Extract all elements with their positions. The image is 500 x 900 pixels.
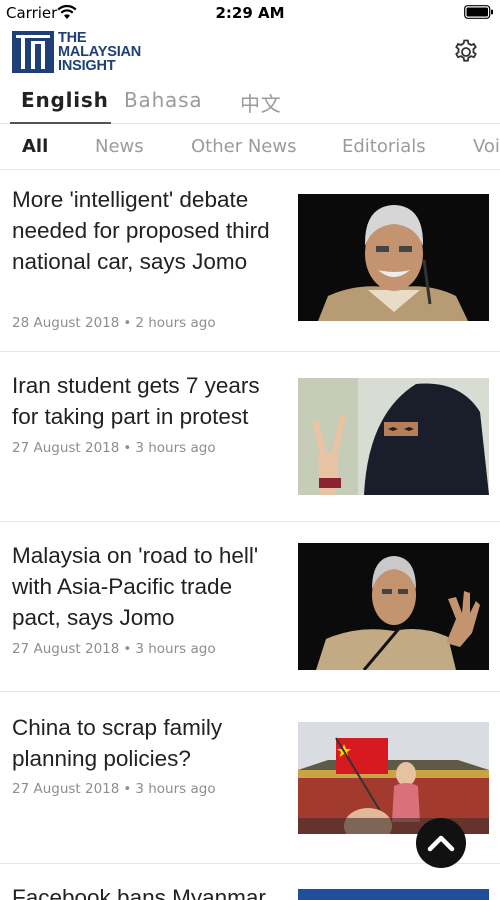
language-tabs: English Bahasa 中文 (0, 78, 500, 124)
article-headline[interactable]: Malaysia on 'road to hell' with Asia-Pac… (12, 540, 282, 633)
article-meta: 28 August 2018 • 2 hours ago (12, 315, 216, 331)
article-meta: 27 August 2018 • 3 hours ago (12, 440, 216, 456)
app-logo[interactable]: THE MALAYSIAN INSIGHT (12, 31, 141, 73)
battery-icon (464, 5, 493, 19)
article-date: 27 August 2018 (12, 781, 120, 797)
article-meta: 27 August 2018 • 3 hours ago (12, 781, 216, 797)
article-time-ago: 3 hours ago (135, 641, 216, 657)
article-item[interactable]: Malaysia on 'road to hell' with Asia-Pac… (0, 522, 500, 692)
article-thumbnail[interactable] (298, 378, 489, 495)
article-time-ago: 2 hours ago (135, 315, 216, 331)
status-time: 2:29 AM (215, 4, 285, 22)
chevron-up-icon (427, 835, 455, 852)
tab-voices[interactable]: Voi (473, 136, 500, 157)
article-headline[interactable]: Facebook bans Myanmar (12, 882, 312, 900)
logo-text: THE MALAYSIAN INSIGHT (58, 30, 142, 74)
article-thumbnail[interactable] (298, 543, 489, 670)
tab-news[interactable]: News (95, 136, 144, 157)
tab-all[interactable]: All (22, 136, 48, 157)
article-headline[interactable]: More 'intelligent' debate needed for pro… (12, 184, 282, 277)
tab-english[interactable]: English (21, 88, 109, 112)
status-bar: Carrier 2:29 AM (0, 0, 500, 26)
article-thumbnail[interactable] (298, 722, 489, 834)
tab-editorials[interactable]: Editorials (342, 136, 426, 157)
category-tabs: All News Other News Editorials Voi (0, 124, 500, 170)
article-time-ago: 3 hours ago (135, 440, 216, 456)
article-time-ago: 3 hours ago (135, 781, 216, 797)
app-header: THE MALAYSIAN INSIGHT (0, 26, 500, 78)
logo-mark-icon (12, 31, 54, 73)
article-item[interactable]: Facebook bans Myanmar (0, 864, 500, 900)
gear-icon[interactable] (452, 38, 480, 66)
article-date: 28 August 2018 (12, 315, 120, 331)
article-thumbnail[interactable] (298, 889, 489, 900)
article-date: 27 August 2018 (12, 440, 120, 456)
article-headline[interactable]: China to scrap family planning policies? (12, 712, 282, 774)
tab-chinese[interactable]: 中文 (240, 88, 282, 117)
scroll-to-top-button[interactable] (416, 818, 466, 868)
tab-other-news[interactable]: Other News (191, 136, 296, 157)
article-item[interactable]: More 'intelligent' debate needed for pro… (0, 170, 500, 352)
article-thumbnail[interactable] (298, 194, 489, 321)
tab-bahasa[interactable]: Bahasa (124, 88, 202, 112)
article-meta: 27 August 2018 • 3 hours ago (12, 641, 216, 657)
article-item[interactable]: Iran student gets 7 years for taking par… (0, 352, 500, 522)
article-headline[interactable]: Iran student gets 7 years for taking par… (12, 370, 282, 432)
article-date: 27 August 2018 (12, 641, 120, 657)
